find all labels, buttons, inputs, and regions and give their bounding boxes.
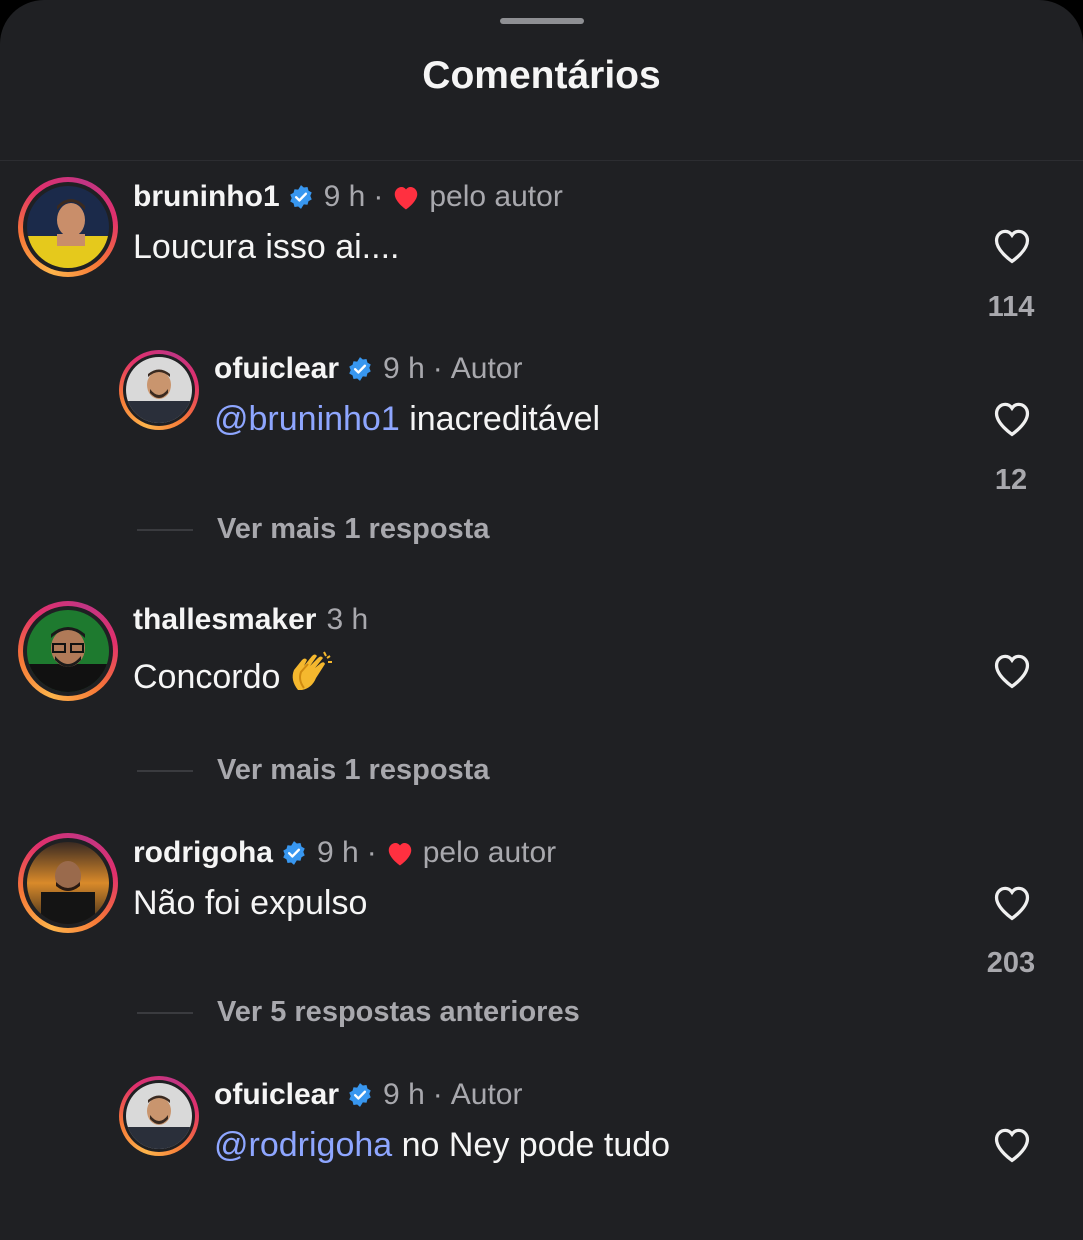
comment-text: @rodrigoha no Ney pode tudo [214,1126,671,1164]
mention-link[interactable]: @rodrigoha [214,1126,392,1164]
avatar[interactable] [119,350,199,430]
username[interactable]: bruninho1 [133,180,280,214]
like-count: 12 [994,464,1028,496]
comment-text: Concordo [133,650,334,697]
comment-time: 3 h [326,603,369,636]
username[interactable]: ofuiclear [214,352,339,386]
username[interactable]: rodrigoha [133,836,273,870]
like-count: 203 [986,947,1036,979]
comment-text: @bruninho1 inacreditável [214,400,601,438]
comment-text: Não foi expulso [133,884,368,922]
mention-link[interactable]: @bruninho1 [214,400,400,438]
comment-time: 9 h [317,836,359,869]
clapping-hands-icon [293,651,333,690]
comment-time: 9 h [383,1078,425,1111]
avatar[interactable] [18,601,118,701]
like-heart-icon[interactable] [990,650,1034,690]
like-heart-icon[interactable] [990,882,1034,922]
view-previous-replies-button[interactable]: Ver 5 respostas anteriores [137,996,580,1029]
like-heart-icon[interactable] [990,398,1034,438]
avatar[interactable] [119,1076,199,1156]
view-more-replies-button[interactable]: Ver mais 1 resposta [137,513,489,546]
username[interactable]: ofuiclear [214,1078,339,1112]
liked-by-author-label: pelo autor [422,836,557,869]
heart-filled-icon [395,187,418,210]
drag-handle[interactable] [500,18,584,24]
like-heart-icon[interactable] [990,225,1034,265]
username[interactable]: thallesmaker [133,603,316,637]
author-tag: Autor [450,352,523,385]
verified-badge-icon [289,185,312,209]
comments-sheet: Comentários bruninho1 9 h · pelo autor L… [0,0,1083,1240]
comment-text: Loucura isso ai.... [133,228,400,266]
liked-by-author-label: pelo autor [429,180,563,213]
verified-badge-icon [349,357,371,381]
avatar[interactable] [18,177,118,277]
divider [0,160,1083,161]
view-more-replies-button[interactable]: Ver mais 1 resposta [137,754,489,787]
heart-filled-icon [388,843,411,866]
verified-badge-icon [349,1083,371,1107]
comment-time: 9 h [383,352,425,385]
page-title: Comentários [422,54,661,97]
like-count: 114 [987,291,1035,323]
author-tag: Autor [450,1078,523,1111]
like-heart-icon[interactable] [990,1124,1034,1164]
comment-time: 9 h [323,180,366,213]
verified-badge-icon [283,841,305,865]
avatar[interactable] [18,833,118,933]
